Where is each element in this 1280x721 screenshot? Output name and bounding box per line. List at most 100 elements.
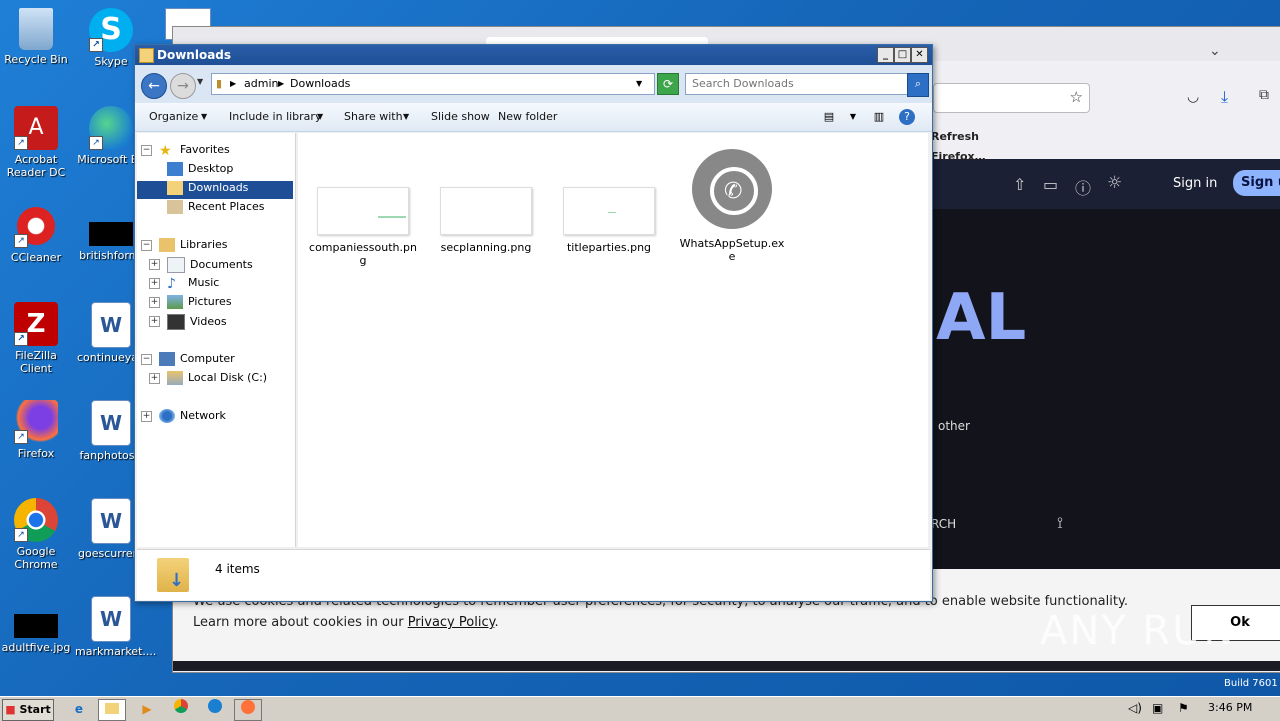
tree-favorites[interactable]: − ★ Favorites bbox=[141, 143, 230, 161]
include-library-button[interactable]: Include in library bbox=[229, 110, 321, 123]
close-button[interactable]: ✕ bbox=[911, 47, 928, 63]
tree-recent-places[interactable]: Recent Places bbox=[167, 200, 265, 218]
expand-icon[interactable]: + bbox=[141, 411, 152, 422]
media-player-icon[interactable]: ▶ bbox=[134, 699, 160, 719]
theme-icon[interactable]: ☼ bbox=[1107, 173, 1122, 193]
explorer-titlebar[interactable]: Downloads _ □ ✕ bbox=[135, 45, 932, 65]
pocket-icon[interactable]: ◡ bbox=[1187, 89, 1199, 105]
desktop-icon-chrome[interactable]: ↗ Google Chrome bbox=[0, 498, 72, 571]
new-folder-button[interactable]: New folder bbox=[498, 110, 557, 123]
desktop-icon-adultfive[interactable]: adultfive.jpg bbox=[0, 596, 72, 654]
collapse-icon[interactable]: − bbox=[141, 354, 152, 365]
tree-downloads[interactable]: Downloads bbox=[137, 181, 293, 199]
fingerprint-icon[interactable]: ⟟ bbox=[1057, 513, 1063, 533]
preview-pane-icon[interactable]: ▥ bbox=[871, 109, 887, 125]
file-item[interactable]: titleparties.png bbox=[554, 187, 664, 254]
collapse-icon[interactable]: − bbox=[141, 145, 152, 156]
clock[interactable]: 3:46 PM bbox=[1208, 701, 1252, 714]
network-icon bbox=[159, 409, 175, 423]
chat-icon[interactable]: ▭ bbox=[1043, 175, 1058, 194]
chevron-down-icon[interactable]: ▼ bbox=[636, 79, 642, 88]
recent-pages-icon[interactable]: ▼ bbox=[197, 77, 203, 86]
file-item[interactable]: secplanning.png bbox=[431, 187, 541, 254]
chevron-right-icon[interactable]: ▶ bbox=[278, 79, 284, 88]
expand-icon[interactable]: + bbox=[149, 373, 160, 384]
explorer-taskbar-icon[interactable] bbox=[98, 699, 126, 721]
desktop-icon-filezilla[interactable]: Z ↗ FileZilla Client bbox=[0, 302, 72, 375]
folder-icon bbox=[139, 48, 154, 63]
refresh-icon[interactable]: ⟳ bbox=[657, 73, 679, 95]
search-icon[interactable]: ⌕ bbox=[907, 73, 929, 97]
tree-pictures[interactable]: + Pictures bbox=[149, 295, 232, 313]
start-label: Start bbox=[19, 703, 51, 716]
tree-label: Desktop bbox=[188, 162, 234, 175]
organize-button[interactable]: Organize bbox=[149, 110, 198, 123]
tree-local-disk[interactable]: + Local Disk (C:) bbox=[149, 371, 268, 389]
tree-videos[interactable]: + Videos bbox=[149, 314, 227, 332]
expand-icon[interactable]: + bbox=[149, 297, 160, 308]
firefox-icon[interactable] bbox=[234, 699, 262, 721]
tree-label: Local Disk (C:) bbox=[188, 371, 268, 384]
file-item[interactable]: ✆ WhatsAppSetup.exe bbox=[677, 149, 787, 263]
downloads-icon[interactable]: ⤓ bbox=[1221, 87, 1228, 107]
search-field[interactable] bbox=[685, 73, 909, 95]
tree-label: Recent Places bbox=[188, 200, 265, 213]
tree-desktop[interactable]: Desktop bbox=[167, 162, 233, 180]
chevron-down-icon[interactable]: ▼ bbox=[201, 112, 207, 121]
desktop: Recycle Bin S ↗ Skype A ↗ Acrobat Reader D… bbox=[0, 0, 1280, 696]
computer-icon bbox=[159, 352, 175, 366]
expand-icon[interactable]: + bbox=[149, 259, 160, 270]
refresh-firefox-button[interactable]: Refresh Firefox… bbox=[931, 127, 1035, 163]
upload-icon[interactable]: ⇧ bbox=[1013, 175, 1026, 194]
recycle-bin-icon bbox=[19, 8, 53, 50]
chevron-down-icon[interactable]: ▼ bbox=[403, 112, 409, 121]
expand-icon[interactable]: + bbox=[149, 316, 160, 327]
chrome-icon: ↗ bbox=[14, 498, 58, 542]
breadcrumb-admin[interactable]: admin bbox=[244, 77, 278, 90]
tab-list-icon[interactable]: ⌄ bbox=[1209, 43, 1221, 59]
desktop-icon-firefox[interactable]: ↗ Firefox bbox=[0, 400, 72, 460]
signin-link[interactable]: Sign in bbox=[1173, 176, 1217, 191]
share-with-button[interactable]: Share with bbox=[344, 110, 403, 123]
desktop-icon-ccleaner[interactable]: ↗ CCleaner bbox=[0, 204, 72, 264]
whatsapp-icon: ✆ bbox=[692, 149, 772, 229]
nav-search-label[interactable]: RCH bbox=[931, 517, 956, 531]
maximize-button[interactable]: □ bbox=[894, 47, 911, 63]
privacy-policy-link[interactable]: Privacy Policy bbox=[408, 615, 495, 630]
volume-icon[interactable]: ◁) bbox=[1128, 701, 1142, 715]
bookmark-star-icon[interactable]: ☆ bbox=[1070, 88, 1083, 106]
tree-libraries[interactable]: − Libraries bbox=[141, 238, 228, 256]
minimize-button[interactable]: _ bbox=[877, 47, 894, 63]
back-button[interactable]: ← bbox=[141, 73, 167, 99]
forward-button[interactable]: → bbox=[170, 73, 196, 99]
network-tray-icon[interactable]: ▣ bbox=[1152, 701, 1163, 715]
file-item[interactable]: companiessouth.png bbox=[308, 187, 418, 267]
tree-documents[interactable]: + Documents bbox=[149, 257, 253, 275]
chevron-down-icon[interactable]: ▼ bbox=[845, 109, 861, 125]
desktop-icon-recycle-bin[interactable]: Recycle Bin bbox=[0, 8, 72, 66]
desktop-icon-acrobat[interactable]: A ↗ Acrobat Reader DC bbox=[0, 106, 72, 179]
extensions-icon[interactable]: ⧉ bbox=[1259, 87, 1269, 103]
desktop-icon-markmarket[interactable]: W markmarket.... bbox=[75, 596, 156, 658]
expand-icon[interactable]: + bbox=[149, 278, 160, 289]
ie-icon[interactable]: e bbox=[66, 699, 92, 719]
search-input[interactable] bbox=[690, 76, 904, 91]
chrome-icon[interactable] bbox=[168, 699, 194, 719]
help-icon[interactable]: ? bbox=[899, 109, 915, 125]
tree-music[interactable]: + ♪ Music bbox=[149, 276, 219, 294]
edge-icon[interactable] bbox=[202, 699, 228, 719]
chevron-right-icon[interactable]: ▶ bbox=[230, 79, 236, 88]
chevron-down-icon[interactable]: ▼ bbox=[317, 112, 323, 121]
url-bar[interactable]: ☆ bbox=[933, 83, 1090, 113]
address-bar[interactable]: ▮ ▶ admin ▶ Downloads ▼ bbox=[211, 73, 655, 95]
flag-icon[interactable]: ⚑ bbox=[1178, 701, 1189, 715]
signup-button[interactable]: Sign u bbox=[1233, 170, 1280, 196]
collapse-icon[interactable]: − bbox=[141, 240, 152, 251]
tree-computer[interactable]: − Computer bbox=[141, 352, 235, 370]
help-icon[interactable]: ⓘ bbox=[1075, 175, 1091, 199]
tree-network[interactable]: + Network bbox=[141, 409, 226, 427]
breadcrumb-downloads[interactable]: Downloads bbox=[290, 77, 350, 90]
view-icon[interactable]: ▤ bbox=[821, 109, 837, 125]
slideshow-button[interactable]: Slide show bbox=[431, 110, 490, 123]
start-button[interactable]: ■ Start bbox=[2, 699, 54, 721]
